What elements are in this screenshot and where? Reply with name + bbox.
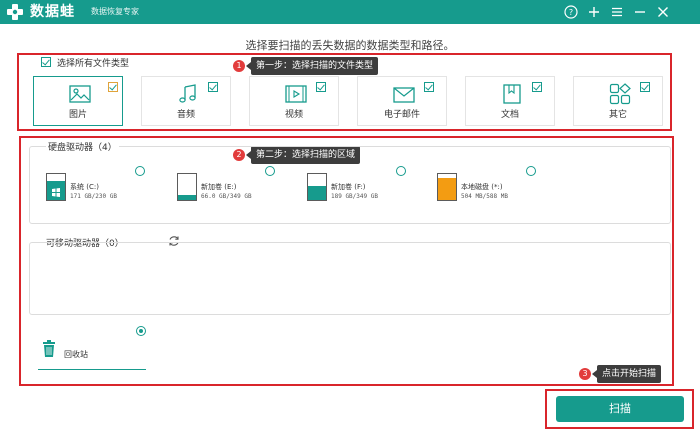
drive-f-icon (307, 173, 327, 201)
type-label-video: 视频 (284, 110, 303, 120)
menu-icon (612, 7, 622, 17)
scan-button[interactable]: 扫描 (556, 396, 684, 422)
title-bar: 数据蛙 数据恢复专家 ? (0, 0, 700, 24)
trash-icon (43, 340, 55, 357)
drive-f-size: 189 GB/349 GB (331, 193, 378, 200)
type-label-audio: 音频 (176, 110, 195, 120)
app-logo-icon (7, 4, 23, 20)
select-all-label: 选择所有文件类型 (57, 59, 130, 69)
drive-c-radio[interactable] (135, 166, 145, 176)
type-label-image: 图片 (68, 110, 87, 120)
drive-local-icon (437, 173, 457, 201)
menu-button[interactable] (608, 3, 626, 21)
image-icon (69, 85, 91, 103)
drive-e-size: 66.0 GB/349 GB (201, 193, 252, 200)
document-checkbox[interactable] (532, 82, 542, 92)
plus-icon (589, 7, 599, 17)
drive-f-fill (308, 185, 326, 200)
drive-c-icon (46, 173, 66, 201)
drive-local-name: 本地磁盘 (*:) (461, 183, 503, 191)
drive-e-icon (177, 173, 197, 201)
type-card-other[interactable]: 其它 (573, 76, 663, 126)
step3-number: 3 (579, 368, 591, 380)
other-icon (609, 83, 631, 105)
drive-local-fill (438, 177, 456, 200)
recycle-bin-radio[interactable] (136, 326, 146, 336)
removable-panel (29, 242, 671, 315)
windows-icon (52, 188, 60, 197)
close-button[interactable] (654, 3, 672, 21)
audio-checkbox[interactable] (208, 82, 218, 92)
recycle-bin-label: 回收站 (64, 350, 88, 359)
drive-local-size: 504 MB/588 MB (461, 193, 508, 200)
drive-local-radio[interactable] (526, 166, 536, 176)
app-name: 数据蛙 (30, 4, 75, 20)
video-icon (285, 85, 307, 103)
drive-c-size: 171 GB/230 GB (70, 193, 117, 200)
type-card-audio[interactable]: 音频 (141, 76, 231, 126)
minimize-icon (635, 11, 645, 13)
type-label-email: 电子邮件 (383, 110, 420, 120)
document-icon (503, 84, 521, 104)
hard-drive-title: 硬盘驱动器（4） (46, 140, 119, 153)
type-label-document: 文档 (500, 110, 519, 120)
type-card-email[interactable]: 电子邮件 (357, 76, 447, 126)
video-checkbox[interactable] (316, 82, 326, 92)
svg-text:?: ? (569, 8, 573, 17)
email-icon (393, 87, 415, 103)
help-button[interactable]: ? (562, 3, 580, 21)
email-checkbox[interactable] (424, 82, 434, 92)
image-checkbox[interactable] (108, 82, 118, 92)
app-subtitle: 数据恢复专家 (91, 7, 139, 16)
step3-tooltip: 3 点击开始扫描 (579, 365, 662, 383)
drive-e-radio[interactable] (265, 166, 275, 176)
other-checkbox[interactable] (640, 82, 650, 92)
minimize-button[interactable] (631, 3, 649, 21)
step1-tooltip: 1 第一步：选择扫描的文件类型 (233, 57, 379, 75)
drive-e-fill (178, 195, 196, 200)
close-icon (658, 7, 668, 17)
drive-c-name: 系统 (C:) (70, 183, 99, 191)
type-card-document[interactable]: 文档 (465, 76, 555, 126)
step1-text: 第一步：选择扫描的文件类型 (245, 57, 379, 75)
add-button[interactable] (585, 3, 603, 21)
type-card-video[interactable]: 视频 (249, 76, 339, 126)
recycle-bin-option[interactable]: 回收站 (38, 338, 146, 370)
drive-f-radio[interactable] (396, 166, 406, 176)
music-icon (179, 84, 196, 103)
drive-f-name: 新加卷 (F:) (331, 183, 366, 191)
type-card-image[interactable]: 图片 (33, 76, 123, 126)
drive-e-name: 新加卷 (E:) (201, 183, 237, 191)
step1-number: 1 (233, 60, 245, 72)
help-icon: ? (564, 5, 578, 19)
type-label-other: 其它 (608, 110, 627, 120)
instruction-text: 选择要扫描的丢失数据的数据类型和路径。 (245, 39, 455, 52)
step3-text: 点击开始扫描 (591, 365, 662, 383)
select-all-checkbox[interactable] (41, 57, 51, 67)
